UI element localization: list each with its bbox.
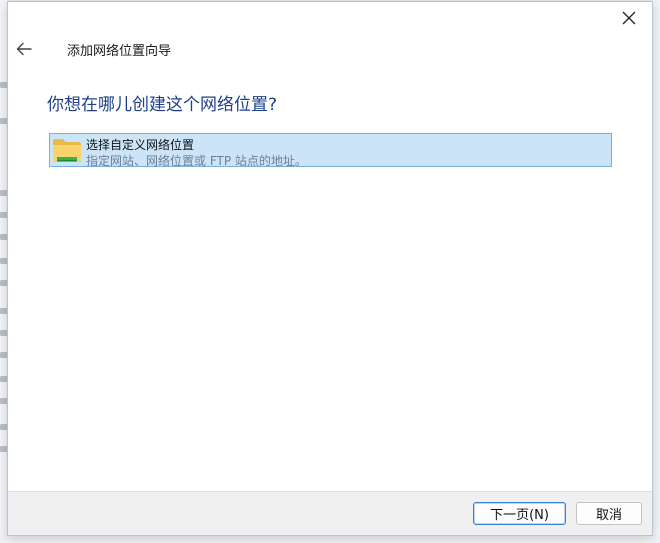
back-arrow-icon	[16, 42, 32, 56]
back-button[interactable]	[11, 36, 37, 62]
option-title: 选择自定义网络位置	[86, 138, 195, 152]
background-window-edge-right	[652, 0, 660, 543]
page-question: 你想在哪儿创建这个网络位置?	[47, 95, 278, 115]
wizard-title: 添加网络位置向导	[67, 44, 172, 59]
cancel-button[interactable]: 取消	[576, 502, 642, 525]
wizard-footer: 下一页(N) 取消	[8, 491, 652, 535]
option-description: 指定网站、网络位置或 FTP 站点的地址。	[86, 154, 307, 168]
folder-icon	[53, 139, 81, 162]
custom-network-location-option[interactable]: 选择自定义网络位置 指定网站、网络位置或 FTP 站点的地址。	[49, 133, 612, 168]
add-network-location-wizard: 添加网络位置向导 你想在哪儿创建这个网络位置? 选择自定义网络位置 指定网站、网…	[7, 1, 653, 536]
background-window-bottom	[0, 535, 660, 543]
next-button[interactable]: 下一页(N)	[473, 502, 566, 525]
wizard-header: 添加网络位置向导	[8, 36, 652, 62]
close-icon	[622, 11, 636, 25]
close-button[interactable]	[612, 4, 646, 32]
